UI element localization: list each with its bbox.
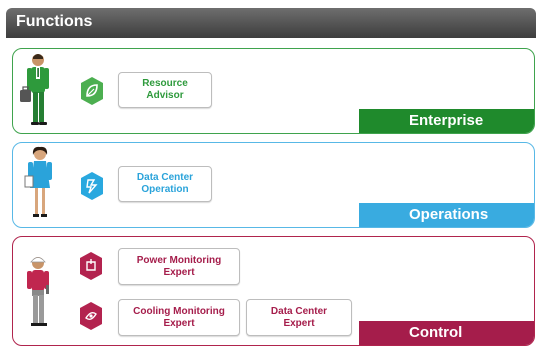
resource-advisor-label: Resource Advisor [142,78,188,101]
power-monitoring-expert-label: Power Monitoring Expert [136,254,222,278]
operations-label: Operations [359,203,534,227]
power-icon [80,252,102,280]
header-title: Functions [16,13,93,30]
businessman-icon [20,54,49,125]
functions-diagram: Functions Resource Advisor Enterprise Da… [0,0,538,350]
businesswoman-icon [24,146,52,217]
data-center-operation-button[interactable]: Data Center Operation [118,166,212,202]
functions-header: Functions [6,8,536,38]
cooling-monitoring-expert-button[interactable]: Cooling Monitoring Expert [118,299,240,336]
resource-advisor-button[interactable]: Resource Advisor [118,72,212,108]
operation-icon [81,172,103,200]
operations-panel: Data Center Operation Operations [12,142,535,228]
data-center-expert-button[interactable]: Data Center Expert [246,299,352,336]
leaf-icon [81,77,103,105]
power-monitoring-expert-button[interactable]: Power Monitoring Expert [118,248,240,285]
control-panel: Power Monitoring Expert Cooling Monitori… [12,236,535,346]
control-label: Control [359,321,534,345]
data-center-expert-label: Data Center Expert [270,305,328,329]
technician-icon [27,257,49,326]
enterprise-panel: Resource Advisor Enterprise [12,48,535,134]
cooling-icon [80,302,102,330]
enterprise-label: Enterprise [359,109,534,133]
data-center-operation-label: Data Center Operation [136,172,194,195]
cooling-monitoring-expert-label: Cooling Monitoring Expert [133,305,225,329]
